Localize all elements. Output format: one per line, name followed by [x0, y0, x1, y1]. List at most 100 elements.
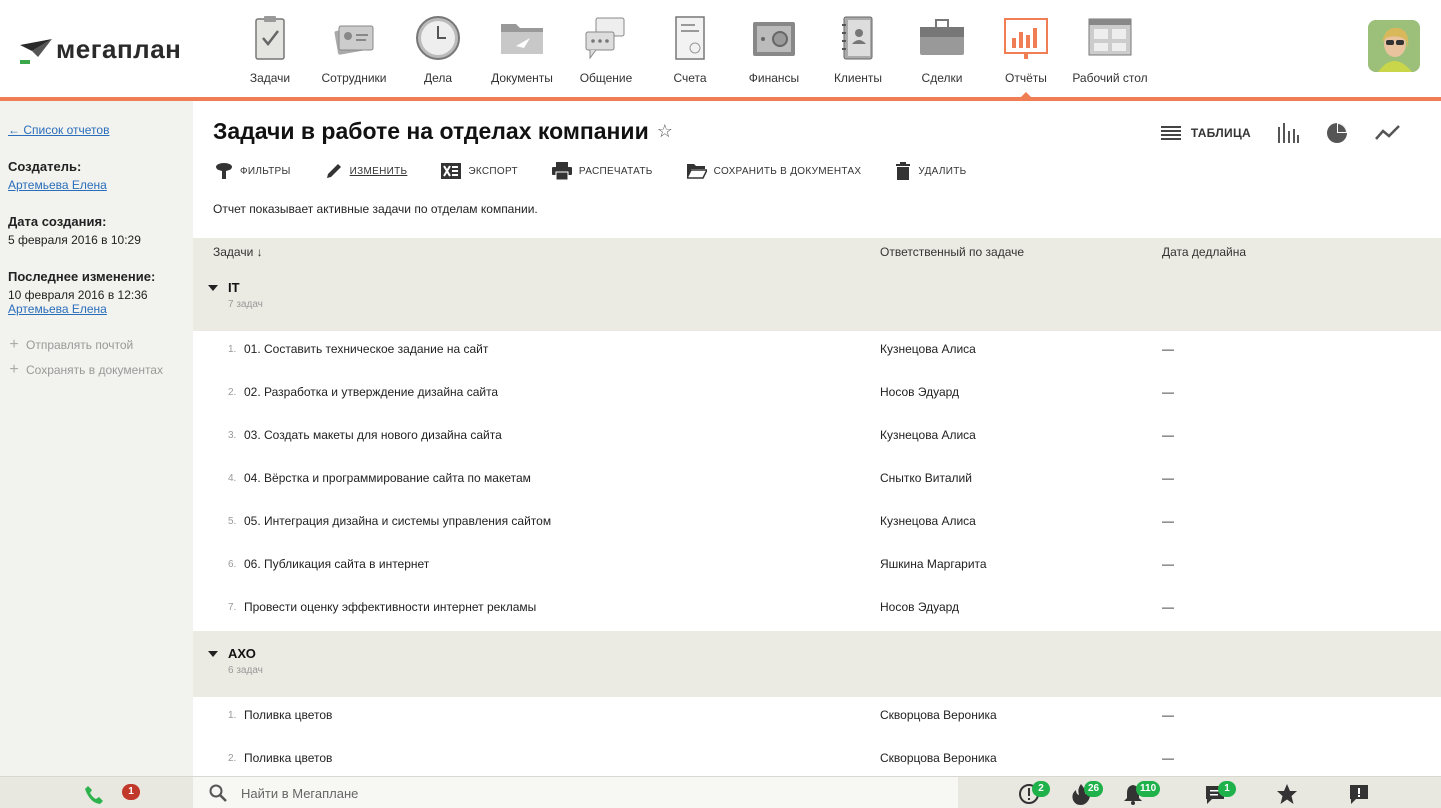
- task-name[interactable]: Поливка цветов: [244, 708, 332, 722]
- deadline-value: —: [1162, 385, 1174, 399]
- view-table-label: ТАБЛИЦА: [1190, 126, 1251, 140]
- task-name[interactable]: Поливка цветов: [244, 751, 332, 765]
- collapse-arrow-icon[interactable]: [208, 285, 218, 291]
- funnel-icon: [216, 163, 232, 179]
- user-avatar[interactable]: [1368, 20, 1420, 72]
- search-placeholder: Найти в Мегаплане: [241, 785, 359, 801]
- deadline-value: —: [1162, 557, 1174, 571]
- row-number: 2.: [228, 387, 237, 398]
- table-row[interactable]: 2. 02. Разработка и утверждение дизайна …: [193, 372, 1441, 415]
- column-header-responsible[interactable]: Ответственный по задаче: [880, 245, 1024, 259]
- task-name[interactable]: 04. Вёрстка и программирование сайта по …: [244, 471, 531, 485]
- table-row[interactable]: 5. 05. Интеграция дизайна и системы упра…: [193, 501, 1441, 544]
- deadline-value: —: [1162, 428, 1174, 442]
- table-row[interactable]: 2. Поливка цветов Скворцова Вероника —: [193, 738, 1441, 776]
- column-header-deadline[interactable]: Дата дедлайна: [1162, 245, 1246, 259]
- delete-label: УДАЛИТЬ: [918, 165, 967, 177]
- task-name[interactable]: 03. Создать макеты для нового дизайна са…: [244, 428, 502, 442]
- responsible-name: Кузнецова Алиса: [880, 342, 976, 356]
- print-button[interactable]: РАСПЕЧАТАТЬ: [551, 162, 653, 180]
- report-title-text: Задачи в работе на отделах компании: [213, 118, 649, 144]
- megaplan-logo[interactable]: мегаплан: [18, 34, 181, 65]
- table-row[interactable]: 3. 03. Создать макеты для нового дизайна…: [193, 415, 1441, 458]
- task-name[interactable]: Провести оценку эффективности интернет р…: [244, 600, 536, 614]
- table-row[interactable]: 1. 01. Составить техническое задание на …: [193, 329, 1441, 372]
- nav-item-affairs[interactable]: Дела: [396, 0, 480, 97]
- row-number: 1.: [228, 710, 237, 721]
- export-button[interactable]: ЭКСПОРТ: [441, 163, 518, 179]
- star-icon: [1277, 784, 1297, 804]
- table-row[interactable]: 1. Поливка цветов Скворцова Вероника —: [193, 695, 1441, 738]
- deadline-value: —: [1162, 751, 1174, 765]
- nav-item-reports[interactable]: Отчёты: [984, 0, 1068, 98]
- delete-button[interactable]: УДАЛИТЬ: [895, 162, 966, 180]
- desktop-icon: [1088, 18, 1132, 56]
- send-by-email-action[interactable]: + Отправлять почтой: [8, 336, 185, 353]
- filters-button[interactable]: ФИЛЬТРЫ: [215, 162, 291, 180]
- favorites-button[interactable]: [1276, 783, 1300, 807]
- nav-label: Финансы: [748, 71, 800, 85]
- phone-icon[interactable]: [84, 785, 104, 805]
- line-chart-view-icon[interactable]: [1375, 124, 1401, 142]
- report-description: Отчет показывает активные задачи по отде…: [213, 202, 538, 216]
- main-nav: Задачи Сотрудники Дела Документы Общение…: [228, 0, 1152, 98]
- save-to-documents-action[interactable]: + Сохранять в документах: [8, 362, 185, 378]
- edit-button[interactable]: ИЗМЕНИТЬ: [325, 162, 408, 180]
- task-name[interactable]: 01. Составить техническое задание на сай…: [244, 342, 488, 356]
- back-to-reports-link[interactable]: ← Список отчетов: [8, 123, 185, 137]
- nav-item-finance[interactable]: Финансы: [732, 0, 816, 97]
- plus-icon: +: [9, 336, 19, 353]
- collapse-arrow-icon[interactable]: [208, 651, 218, 657]
- left-sidebar: ← Список отчетов Создатель: Артемьева Ел…: [0, 101, 193, 776]
- table-row[interactable]: 7. Провести оценку эффективности интерне…: [193, 587, 1441, 630]
- report-chart-icon: [1004, 18, 1048, 59]
- nav-item-deals[interactable]: Сделки: [900, 0, 984, 97]
- group-row-it[interactable]: IT 7 задач: [193, 265, 1441, 331]
- nav-item-employees[interactable]: Сотрудники: [312, 0, 396, 97]
- messages-button[interactable]: 1: [1204, 781, 1236, 807]
- favorite-star-icon[interactable]: ☆: [657, 121, 673, 142]
- created-date: 5 февраля 2016 в 10:29: [8, 233, 141, 247]
- group-row-axo[interactable]: АХО 6 задач: [193, 631, 1441, 697]
- nav-label: Дела: [423, 71, 453, 85]
- nav-item-communication[interactable]: Общение: [564, 0, 648, 97]
- avatar-photo: [1368, 20, 1420, 72]
- column-header-task[interactable]: Задачи ↓: [213, 245, 263, 259]
- view-table-button[interactable]: ТАБЛИЦА: [1160, 125, 1251, 141]
- created-block: Дата создания: 5 февраля 2016 в 10:29: [8, 214, 185, 247]
- report-title: Задачи в работе на отделах компании ☆: [213, 118, 673, 145]
- creator-block: Создатель: Артемьева Елена: [8, 159, 185, 192]
- task-name[interactable]: 02. Разработка и утверждение дизайна сай…: [244, 385, 498, 399]
- nav-item-invoices[interactable]: Счета: [648, 0, 732, 97]
- nav-label: Отчёты: [1005, 71, 1047, 85]
- creator-link[interactable]: Артемьева Елена: [8, 178, 185, 192]
- responsible-name: Носов Эдуард: [880, 385, 960, 399]
- nav-item-desktop[interactable]: Рабочий стол: [1068, 0, 1152, 97]
- report-toolbar: ФИЛЬТРЫ ИЗМЕНИТЬ ЭКСПОРТ РАСПЕЧАТАТЬ СОХ…: [215, 162, 967, 180]
- feedback-button[interactable]: [1348, 783, 1372, 807]
- bar-chart-view-icon[interactable]: [1277, 123, 1299, 143]
- briefcase-icon: [920, 19, 964, 55]
- table-row[interactable]: 4. 04. Вёрстка и программирование сайта …: [193, 458, 1441, 501]
- table-row[interactable]: 6. 06. Публикация сайта в интернет Яшкин…: [193, 544, 1441, 587]
- save-to-documents-button[interactable]: СОХРАНИТЬ В ДОКУМЕНТАХ: [686, 163, 862, 179]
- global-search[interactable]: Найти в Мегаплане: [193, 777, 958, 808]
- task-name[interactable]: 05. Интеграция дизайна и системы управле…: [244, 514, 551, 528]
- save-to-documents-label: Сохранять в документах: [26, 363, 163, 377]
- search-icon: [209, 784, 227, 802]
- row-number: 3.: [228, 430, 237, 441]
- notifications-button[interactable]: 110: [1122, 781, 1161, 807]
- hot-button[interactable]: 26: [1070, 781, 1104, 807]
- nav-item-clients[interactable]: Клиенты: [816, 0, 900, 97]
- nav-item-tasks[interactable]: Задачи: [228, 0, 312, 97]
- pie-chart-view-icon[interactable]: [1325, 121, 1349, 145]
- nav-item-documents[interactable]: Документы: [480, 0, 564, 97]
- row-number: 7.: [228, 602, 237, 613]
- group-name: АХО: [228, 646, 256, 661]
- task-name[interactable]: 06. Публикация сайта в интернет: [244, 557, 429, 571]
- responsible-name: Скворцова Вероника: [880, 751, 997, 765]
- nav-label: Задачи: [249, 71, 291, 85]
- modified-by-link[interactable]: Артемьева Елена: [8, 302, 185, 316]
- alerts-button[interactable]: 2: [1018, 781, 1050, 807]
- group-count: 7 задач: [228, 299, 263, 310]
